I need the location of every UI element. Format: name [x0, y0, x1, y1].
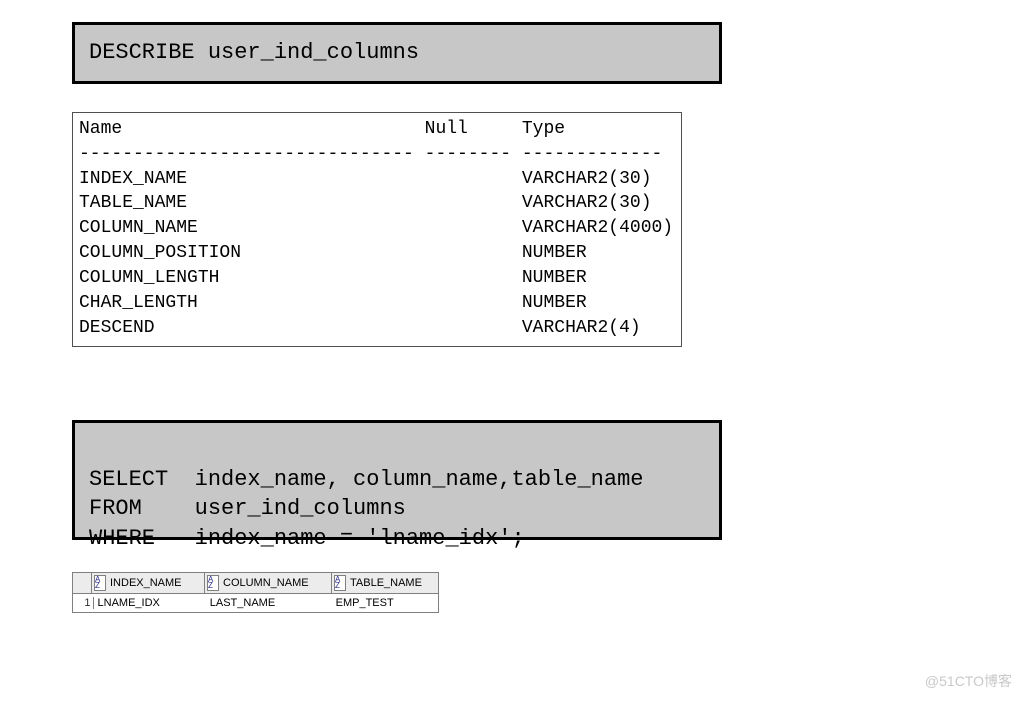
cell-index-name: LNAME_IDX	[94, 597, 206, 609]
cell-column-name: LAST_NAME	[206, 597, 332, 609]
result-header-index-name[interactable]: A Z INDEX_NAME	[92, 573, 205, 593]
sort-az-icon[interactable]: A Z	[94, 575, 106, 591]
result-data-row[interactable]: 1 LNAME_IDX LAST_NAME EMP_TEST	[73, 594, 438, 612]
select-line-3: WHERE index_name = 'lname_idx';	[89, 526, 525, 551]
watermark-text: @51CTO博客	[925, 671, 1012, 691]
sort-az-icon[interactable]: A Z	[334, 575, 346, 591]
describe-output-panel: Name Null Type -------------------------…	[72, 112, 682, 347]
select-line-2: FROM user_ind_columns	[89, 496, 406, 521]
describe-statement-box: DESCRIBE user_ind_columns	[72, 22, 722, 84]
result-header-table-name[interactable]: A Z TABLE_NAME	[332, 573, 438, 593]
row-number: 1	[73, 597, 94, 609]
describe-statement-text: DESCRIBE user_ind_columns	[89, 38, 419, 68]
result-header-label: COLUMN_NAME	[223, 577, 309, 589]
select-line-1: SELECT index_name, column_name,table_nam…	[89, 467, 644, 492]
result-header-gutter	[73, 573, 92, 593]
result-header-column-name[interactable]: A Z COLUMN_NAME	[205, 573, 332, 593]
result-header-label: TABLE_NAME	[350, 577, 422, 589]
result-header-row: A Z INDEX_NAME A Z COLUMN_NAME A Z TABLE…	[73, 573, 438, 594]
result-header-label: INDEX_NAME	[110, 577, 182, 589]
cell-table-name: EMP_TEST	[332, 597, 438, 609]
sort-az-icon[interactable]: A Z	[207, 575, 219, 591]
select-statement-box: SELECT index_name, column_name,table_nam…	[72, 420, 722, 540]
query-result-grid: A Z INDEX_NAME A Z COLUMN_NAME A Z TABLE…	[72, 572, 439, 613]
